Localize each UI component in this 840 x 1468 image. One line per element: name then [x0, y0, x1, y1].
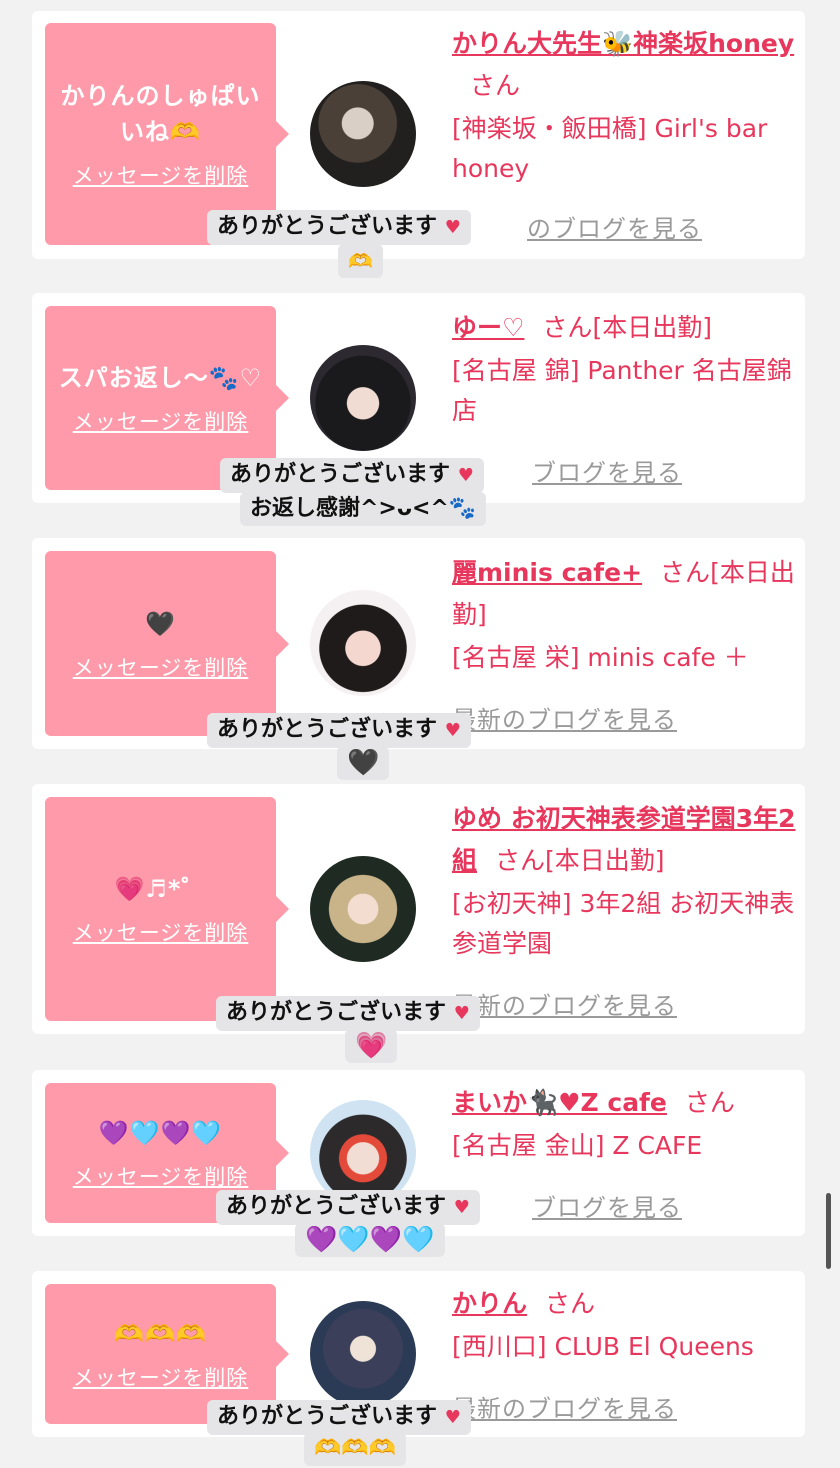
delete-message-link[interactable]: メッセージを削除	[73, 1362, 249, 1392]
message-text: 💜🩵💜🩵	[98, 1119, 223, 1147]
reply-tooltip-line2: お返し感謝^>ᴗ<^🐾	[240, 492, 487, 526]
status-badge: [本日出勤]	[545, 846, 665, 875]
reply-tooltip: ありがとうございます ♥	[216, 1190, 480, 1225]
profile-name-link[interactable]: かりん	[452, 1289, 527, 1318]
reply-text: ありがとうございます	[217, 717, 438, 742]
shop-info: [神楽坂・飯田橋] Girl's bar honey	[452, 114, 768, 183]
reply-tooltip-line2: 💜🩵💜🩵	[295, 1223, 445, 1257]
avatar[interactable]	[310, 81, 416, 187]
delete-message-link[interactable]: メッセージを削除	[73, 160, 249, 190]
reply-tooltip-line2: 🫶	[338, 244, 383, 278]
reply-tooltip-line2: 🖤	[337, 746, 390, 780]
blog-link[interactable]: ブログを見る	[532, 453, 682, 488]
message-bubble: 💗♬*゜ メッセージを削除	[45, 797, 289, 1021]
shop-info: [名古屋 栄] minis cafe ＋	[452, 643, 749, 672]
message-text: スパお返し〜🐾♡	[58, 364, 263, 392]
honorific: さん	[542, 313, 593, 342]
honorific: さん	[684, 1088, 735, 1117]
honorific: さん	[660, 558, 711, 587]
shop-info: [西川口] CLUB El Queens	[452, 1332, 754, 1361]
message-text: 💗♬*゜	[114, 875, 207, 903]
honorific: さん	[495, 846, 546, 875]
reply-text: ありがとうございます	[226, 1000, 447, 1025]
envelope-heart-icon: ♥	[453, 1197, 470, 1218]
blog-link[interactable]: ブログを見る	[532, 1188, 682, 1223]
reply-text: ありがとうございます	[226, 1194, 447, 1219]
reply-text: ありがとうございます	[217, 1404, 438, 1429]
message-text: 🫶🫶🫶	[114, 1320, 207, 1348]
profile-name-link[interactable]: 麗minis cafe+	[452, 558, 642, 587]
avatar[interactable]	[310, 345, 416, 451]
reply-tooltip-line2: 💗	[345, 1029, 398, 1063]
reply-tooltip: ありがとうございます ♥	[207, 210, 471, 245]
avatar[interactable]	[310, 1301, 416, 1407]
profile-name-link[interactable]: まいか🐈‍⬛♥Z cafe	[452, 1088, 667, 1117]
profile-name-link[interactable]: かりん大先生🐝神楽坂honey	[452, 29, 794, 58]
blog-link[interactable]: 最新のブログを見る	[452, 986, 677, 1021]
delete-message-link[interactable]: メッセージを削除	[73, 917, 249, 947]
message-text: かりんのしゅぱい いね🫶	[60, 82, 261, 146]
reply-tooltip: ありがとうございます ♥	[216, 996, 480, 1031]
reply-tooltip: ありがとうございます ♥	[207, 1400, 471, 1435]
envelope-heart-icon: ♥	[457, 465, 474, 486]
honorific: さん	[470, 71, 521, 100]
envelope-heart-icon: ♥	[444, 1407, 461, 1428]
delete-message-link[interactable]: メッセージを削除	[73, 1161, 249, 1191]
shop-info: [お初天神] 3年2組 お初天神表参道学園	[452, 889, 795, 958]
envelope-heart-icon: ♥	[453, 1003, 470, 1024]
reply-text: ありがとうございます	[217, 214, 438, 239]
avatar[interactable]	[310, 590, 416, 696]
reply-tooltip: ありがとうございます ♥	[220, 458, 484, 493]
delete-message-link[interactable]: メッセージを削除	[73, 406, 249, 436]
avatar[interactable]	[310, 856, 416, 962]
message-text: 🖤	[145, 609, 176, 638]
message-bubble: 🖤 メッセージを削除	[45, 551, 289, 736]
reply-tooltip: ありがとうございます ♥	[207, 713, 471, 748]
shop-info: [名古屋 金山] Z CAFE	[452, 1131, 703, 1160]
blog-link[interactable]: 最新のブログを見る	[452, 1389, 677, 1424]
delete-message-link[interactable]: メッセージを削除	[73, 652, 249, 682]
profile-name-link[interactable]: ゆー♡	[452, 313, 524, 342]
envelope-heart-icon: ♥	[444, 720, 461, 741]
blog-link[interactable]: 最新のブログを見る	[452, 700, 677, 735]
status-badge: [本日出勤]	[592, 313, 712, 342]
envelope-heart-icon: ♥	[444, 217, 461, 238]
honorific: さん	[545, 1289, 596, 1318]
reply-tooltip-line2: 🫶🫶🫶	[304, 1432, 407, 1466]
shop-info: [名古屋 錦] Panther 名古屋錦店	[452, 356, 792, 425]
scrollbar[interactable]	[826, 1193, 831, 1269]
reply-text: ありがとうございます	[230, 462, 451, 487]
blog-link[interactable]: のブログを見る	[527, 209, 702, 244]
